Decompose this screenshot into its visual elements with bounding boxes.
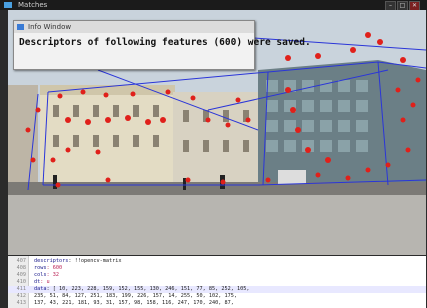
code-rest: : 32 bbox=[46, 272, 60, 278]
info-window-titlebar: Info Window bbox=[14, 21, 254, 33]
code-rest: : 600 bbox=[46, 265, 63, 271]
image-viewport: Info Window Descriptors of following fea… bbox=[8, 10, 426, 255]
info-window: Info Window Descriptors of following fea… bbox=[13, 20, 311, 70]
title-bar: Matches – □ ✕ bbox=[0, 0, 427, 11]
code-line: 412 235, 51, 84, 127, 251, 183, 199, 226… bbox=[8, 293, 426, 300]
info-window-icon bbox=[17, 24, 24, 30]
line-number: 412 bbox=[16, 293, 26, 299]
code-line: 409 cols: 32 bbox=[8, 272, 426, 279]
code-line: 407 descriptors: !!opencv-matrix bbox=[8, 258, 426, 265]
line-number: 408 bbox=[16, 265, 26, 271]
code-line: 410 dt: u bbox=[8, 279, 426, 286]
code-key: data bbox=[34, 286, 47, 292]
line-number: 410 bbox=[16, 279, 26, 285]
code-rest: : u bbox=[40, 279, 50, 285]
window-title: Matches bbox=[18, 1, 48, 9]
app-window: Matches – □ ✕ Info Window Descriptors of… bbox=[0, 0, 427, 308]
code-key: rows bbox=[34, 265, 47, 271]
code-rest: 137, 43, 221, 181, 93, 31, 157, 98, 158,… bbox=[34, 300, 234, 306]
code-key: descriptors bbox=[34, 258, 69, 264]
line-number: 409 bbox=[16, 272, 26, 278]
app-icon bbox=[4, 2, 12, 8]
line-number: 411 bbox=[16, 286, 26, 292]
code-rest: 235, 51, 84, 127, 251, 183, 199, 226, 15… bbox=[34, 293, 238, 299]
code-key: cols bbox=[34, 272, 47, 278]
code-rest: : [ 10, 223, 228, 159, 152, 155, 130, 24… bbox=[46, 286, 250, 292]
code-rest: : !!opencv-matrix bbox=[68, 258, 122, 264]
code-line: 413 137, 43, 221, 181, 93, 31, 157, 98, … bbox=[8, 300, 426, 307]
line-number: 413 bbox=[16, 300, 26, 306]
line-number: 407 bbox=[16, 258, 26, 264]
code-line: 408 rows: 600 bbox=[8, 265, 426, 272]
code-editor[interactable]: 407 descriptors: !!opencv-matrix 408 row… bbox=[8, 256, 426, 308]
info-message: Descriptors of following features (600) … bbox=[19, 37, 311, 48]
code-line-highlighted: 411 data: [ 10, 223, 228, 159, 152, 155,… bbox=[8, 286, 426, 293]
info-window-title: Info Window bbox=[28, 23, 72, 31]
